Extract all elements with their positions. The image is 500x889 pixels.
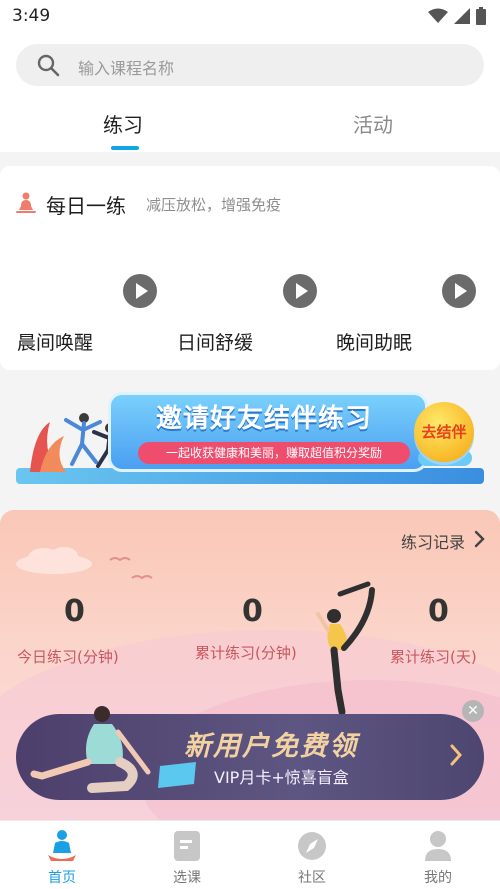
nav-label[interactable]: 首页 bbox=[12, 867, 112, 887]
yoga-woman-illustration bbox=[316, 581, 375, 716]
community-icon[interactable] bbox=[297, 829, 327, 863]
daily-subtitle: 减压放松，增强免疫 bbox=[146, 196, 282, 214]
tab-practice[interactable]: 练习 bbox=[103, 109, 143, 138]
course-icon[interactable] bbox=[172, 829, 202, 863]
total-days-value: 0 bbox=[428, 594, 449, 629]
invite-friends-banner[interactable]: 邀请好友结伴练习 一起收获健康和美丽，赚取超值积分奖励 去结伴 bbox=[16, 388, 484, 492]
session-label[interactable]: 晨间唤醒 bbox=[17, 328, 93, 355]
bottom-navigation: 首页 选课 社区 我的 bbox=[0, 820, 500, 889]
home-icon[interactable] bbox=[47, 829, 77, 863]
search-bar[interactable]: 输入课程名称 bbox=[16, 44, 484, 86]
close-banner-button[interactable]: ✕ bbox=[462, 700, 484, 722]
active-tab-indicator bbox=[111, 146, 139, 150]
session-night[interactable]: 晚间助眠 bbox=[336, 274, 476, 354]
session-label[interactable]: 日间舒缓 bbox=[177, 328, 253, 355]
wifi-icon bbox=[428, 8, 448, 23]
go-partner-button[interactable]: 去结伴 bbox=[414, 402, 474, 462]
play-icon[interactable] bbox=[442, 274, 476, 308]
daily-practice-card: 每日一练 减压放松，增强免疫 晨间唤醒 日间舒缓 晚间助眠 bbox=[0, 166, 500, 370]
invite-title: 邀请好友结伴练习 bbox=[156, 404, 373, 434]
session-morning[interactable]: 晨间唤醒 bbox=[17, 274, 157, 354]
status-time: 3:49 bbox=[12, 6, 51, 26]
status-bar: 3:49 bbox=[0, 0, 500, 34]
session-label[interactable]: 晚间助眠 bbox=[336, 328, 412, 355]
status-icons bbox=[428, 7, 486, 25]
today-minutes-value: 0 bbox=[64, 594, 85, 629]
tab-activity[interactable]: 活动 bbox=[353, 109, 393, 138]
nav-label[interactable]: 我的 bbox=[388, 867, 488, 887]
cloud-decoration bbox=[16, 547, 92, 574]
header: 输入课程名称 练习 活动 bbox=[0, 34, 500, 152]
new-user-banner[interactable]: 新用户免费领 VIP月卡+惊喜盲盒 bbox=[16, 706, 484, 800]
play-icon[interactable] bbox=[283, 274, 317, 308]
nav-label[interactable]: 社区 bbox=[262, 867, 362, 887]
battery-icon bbox=[476, 7, 486, 25]
practice-record-link[interactable]: 练习记录 bbox=[401, 529, 465, 553]
vip-card-icon bbox=[158, 762, 196, 788]
profile-icon[interactable] bbox=[423, 829, 453, 863]
total-minutes-label: 累计练习(分钟) bbox=[195, 644, 297, 662]
new-user-title: 新用户免费领 bbox=[184, 731, 358, 762]
total-days-label: 累计练习(天) bbox=[390, 648, 477, 666]
nav-label[interactable]: 选课 bbox=[137, 867, 237, 887]
today-minutes-label: 今日练习(分钟) bbox=[17, 648, 119, 666]
search-placeholder[interactable]: 输入课程名称 bbox=[78, 55, 174, 79]
search-icon bbox=[37, 54, 60, 77]
birds-decoration bbox=[109, 557, 153, 580]
daily-title: 每日一练 bbox=[46, 194, 126, 218]
session-day[interactable]: 日间舒缓 bbox=[177, 274, 317, 354]
new-user-subtitle: VIP月卡+惊喜盲盒 bbox=[214, 768, 349, 787]
signal-icon bbox=[454, 8, 470, 24]
yoga-seated-woman-illustration bbox=[30, 706, 151, 793]
play-icon[interactable] bbox=[123, 274, 157, 308]
invite-subtitle: 一起收获健康和美丽，赚取超值积分奖励 bbox=[138, 442, 410, 464]
yoga-person-icon bbox=[16, 192, 36, 213]
total-minutes-value: 0 bbox=[242, 594, 263, 629]
chevron-right-icon[interactable] bbox=[448, 742, 464, 768]
chevron-right-icon[interactable] bbox=[474, 530, 486, 548]
